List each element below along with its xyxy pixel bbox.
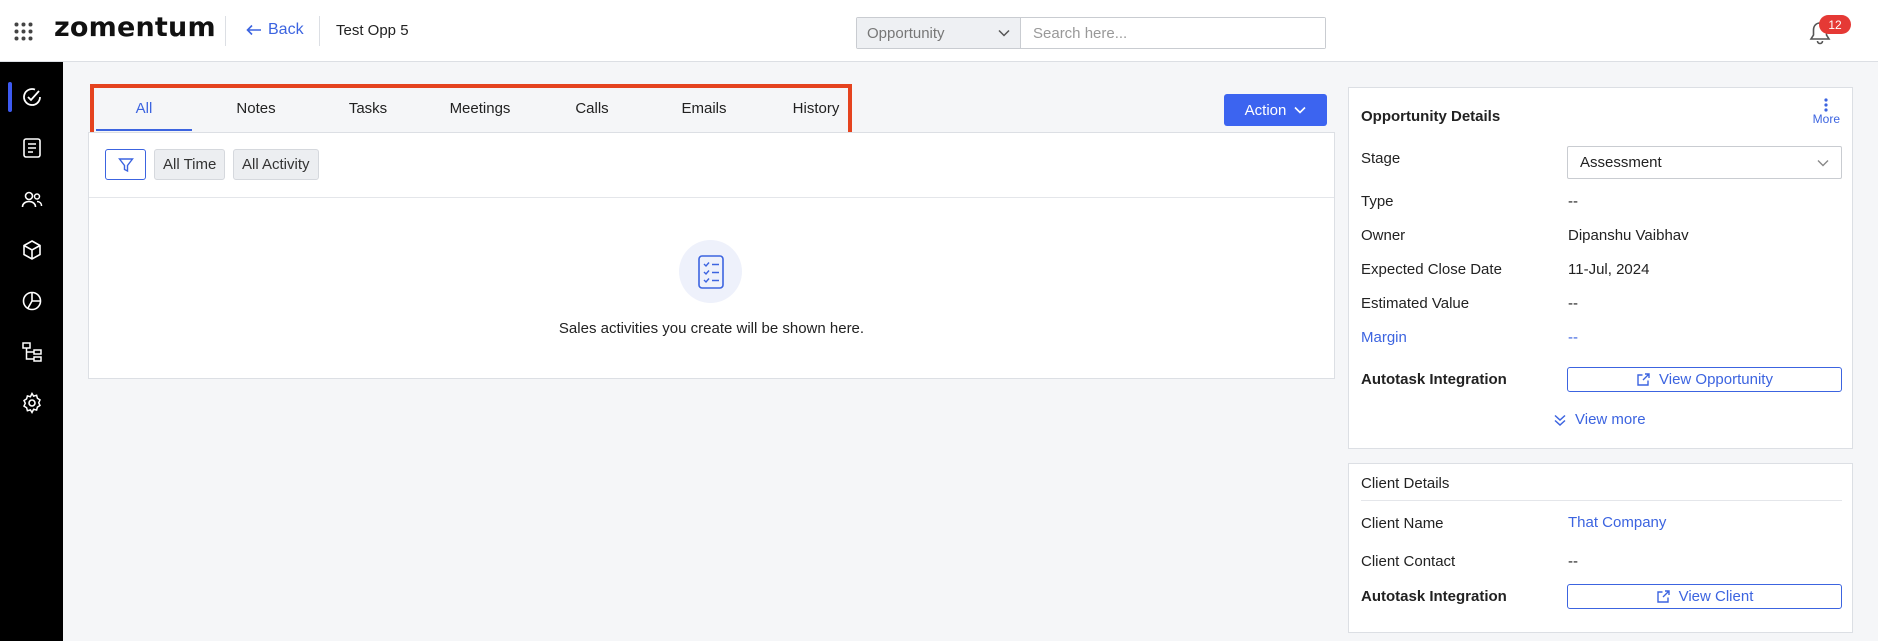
activity-tabs: All Notes Tasks Meetings Calls Emails Hi… — [88, 85, 872, 131]
client-details-title: Client Details — [1361, 475, 1842, 501]
close-date-value: 11-Jul, 2024 — [1568, 261, 1650, 278]
margin-label[interactable]: Margin — [1361, 329, 1407, 346]
sidebar-item-documents[interactable] — [0, 123, 63, 173]
action-button[interactable]: Action — [1224, 94, 1327, 126]
header-divider — [225, 16, 226, 46]
global-search: Opportunity — [856, 17, 1326, 49]
search-scope-value: Opportunity — [867, 24, 945, 42]
double-chevron-down-icon — [1554, 414, 1566, 426]
sidebar-item-activity[interactable] — [0, 72, 63, 122]
type-label: Type — [1361, 193, 1394, 210]
more-menu-button[interactable]: More — [1813, 98, 1840, 126]
tab-calls[interactable]: Calls — [536, 85, 648, 131]
chevron-down-icon — [998, 29, 1010, 37]
client-contact-label: Client Contact — [1361, 553, 1456, 570]
filter-bar: All Time All Activity — [89, 133, 1334, 198]
kebab-menu-icon — [1824, 98, 1828, 112]
client-name-value[interactable]: That Company — [1568, 514, 1666, 531]
hierarchy-icon — [21, 342, 42, 362]
autotask-integration-label: Autotask Integration — [1361, 371, 1507, 388]
search-scope-select[interactable]: Opportunity — [857, 18, 1021, 48]
close-date-label: Expected Close Date — [1361, 261, 1502, 278]
external-link-icon — [1637, 373, 1650, 386]
chevron-down-icon — [1294, 106, 1306, 114]
view-more-link[interactable]: View more — [1553, 411, 1646, 428]
empty-state-illustration — [679, 240, 742, 303]
sidebar-item-reports[interactable] — [0, 276, 63, 326]
external-link-icon — [1656, 590, 1670, 603]
owner-value: Dipanshu Vaibhav — [1568, 227, 1689, 244]
opportunity-details-title: Opportunity Details — [1361, 108, 1501, 125]
gear-icon — [22, 391, 41, 415]
stage-select[interactable]: Assessment — [1567, 146, 1842, 179]
activity-icon — [22, 88, 41, 106]
apps-grid-icon[interactable] — [14, 22, 33, 41]
owner-label: Owner — [1361, 227, 1406, 244]
tab-tasks[interactable]: Tasks — [312, 85, 424, 131]
users-icon — [21, 191, 42, 208]
notification-badge: 12 — [1819, 15, 1851, 34]
arrow-left-icon — [246, 24, 261, 36]
document-icon — [22, 138, 41, 158]
stage-label: Stage — [1361, 150, 1401, 167]
estimated-value-value: -- — [1568, 295, 1578, 312]
client-details-card: Client Details Client Name That Company … — [1348, 463, 1853, 633]
view-opportunity-button[interactable]: View Opportunity — [1567, 367, 1842, 392]
zomentum-logo[interactable]: zomentum — [54, 12, 216, 43]
activity-panel: All Time All Activity Sales activities y… — [88, 132, 1335, 379]
view-opportunity-label: View Opportunity — [1659, 371, 1773, 388]
back-link[interactable]: Back — [246, 21, 304, 39]
sidebar-item-products[interactable] — [0, 225, 63, 275]
tab-notes[interactable]: Notes — [200, 85, 312, 131]
empty-state-message: Sales activities you create will be show… — [558, 320, 865, 337]
checklist-icon — [697, 254, 724, 289]
view-client-label: View Client — [1678, 588, 1754, 605]
action-button-label: Action — [1244, 101, 1287, 119]
sidebar-item-settings[interactable] — [0, 378, 63, 428]
client-contact-value: -- — [1568, 553, 1578, 570]
client-name-label: Client Name — [1361, 515, 1444, 532]
stage-value: Assessment — [1580, 154, 1662, 171]
tab-history[interactable]: History — [760, 85, 872, 131]
tab-all[interactable]: All — [88, 85, 200, 131]
activity-filter-chip[interactable]: All Activity — [233, 149, 319, 180]
tab-meetings[interactable]: Meetings — [424, 85, 536, 131]
estimated-value-label: Estimated Value — [1361, 295, 1470, 312]
filter-button[interactable] — [105, 149, 146, 180]
breadcrumb: Test Opp 5 — [336, 22, 409, 39]
tab-emails[interactable]: Emails — [648, 85, 760, 131]
client-autotask-integration-label: Autotask Integration — [1361, 588, 1507, 605]
type-value: -- — [1568, 193, 1578, 210]
pie-chart-icon — [22, 291, 41, 311]
header-divider — [319, 16, 320, 46]
sidebar-item-workflows[interactable] — [0, 327, 63, 377]
more-label: More — [1812, 112, 1840, 126]
view-more-label: View more — [1575, 411, 1646, 428]
side-navigation — [0, 62, 63, 641]
time-filter-chip[interactable]: All Time — [154, 149, 226, 180]
back-label: Back — [268, 21, 304, 38]
search-input[interactable] — [1021, 18, 1325, 48]
top-header: zomentum Back Test Opp 5 Opportunity 12 — [0, 0, 1878, 62]
opportunity-details-card: Opportunity Details More Stage Assessmen… — [1348, 87, 1853, 449]
sidebar-item-contacts[interactable] — [0, 174, 63, 224]
chevron-down-icon — [1817, 159, 1829, 166]
filter-icon — [117, 157, 134, 172]
view-client-button[interactable]: View Client — [1567, 584, 1842, 609]
box-icon — [22, 240, 41, 260]
margin-value[interactable]: -- — [1568, 329, 1578, 346]
